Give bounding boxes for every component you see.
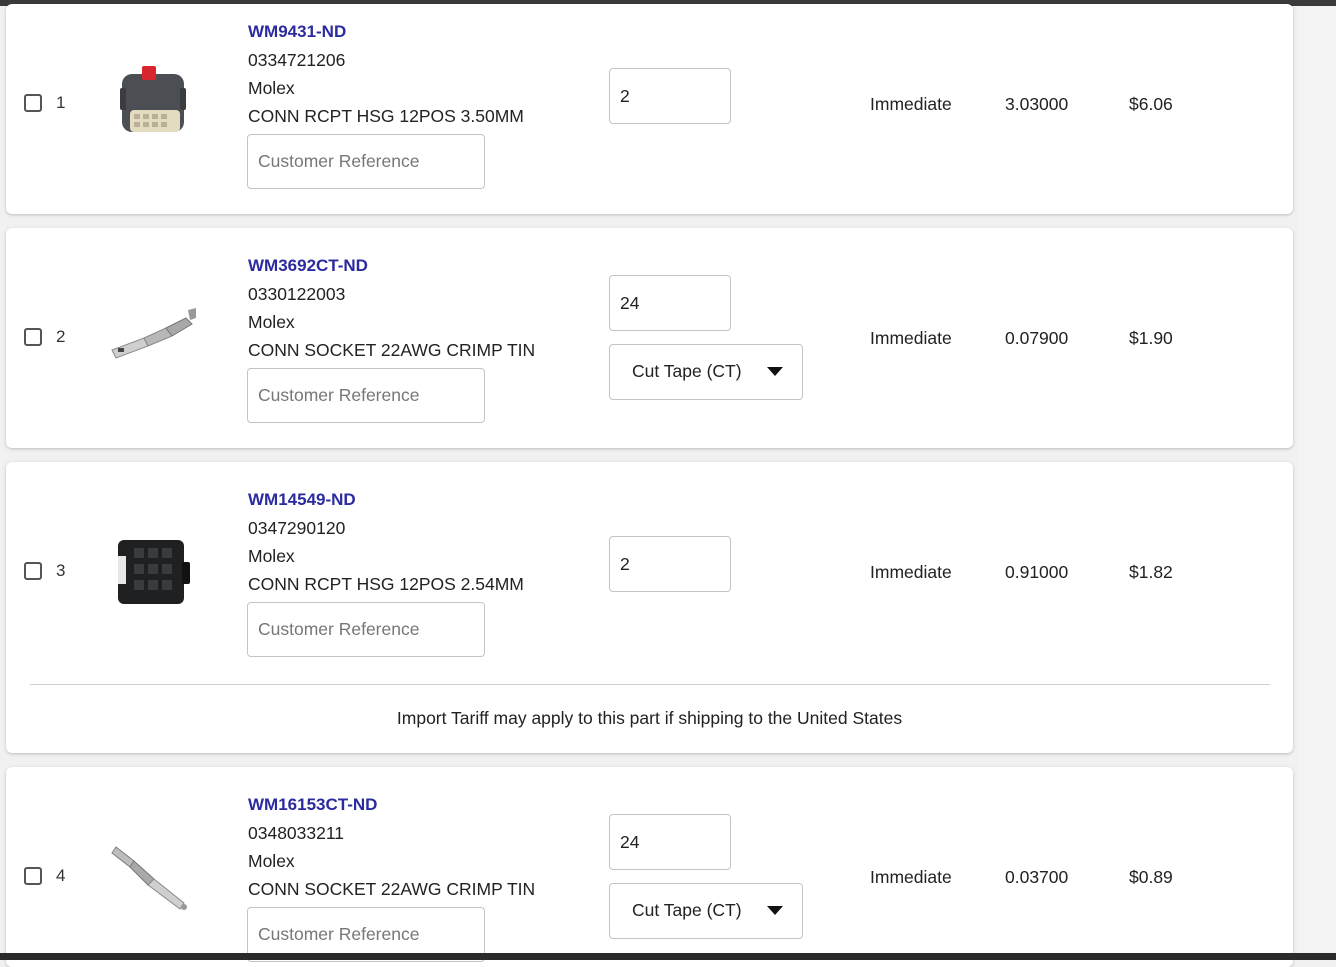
customer-reference-input[interactable]	[247, 602, 485, 657]
divider	[30, 684, 1270, 685]
availability: Immediate	[870, 562, 952, 582]
cart-item-row: 4 WM16153CT-ND 0348033211 Molex CONN SOC…	[6, 767, 1293, 967]
unit-price: 0.91000	[1005, 562, 1069, 582]
extended-price: $6.06	[1129, 94, 1173, 114]
select-item-checkbox[interactable]	[24, 328, 42, 346]
tariff-notice: Import Tariff may apply to this part if …	[396, 708, 903, 728]
cart-item-card: 4 WM16153CT-ND 0348033211 Molex CONN SOC…	[6, 767, 1293, 967]
manufacturer-part-number: 0334721206	[248, 50, 346, 70]
availability: Immediate	[870, 867, 952, 887]
connector-housing-black-icon	[118, 540, 190, 604]
item-index: 4	[56, 866, 66, 885]
chevron-down-icon	[767, 367, 783, 376]
item-index: 1	[56, 93, 66, 112]
scroll-gutter	[1298, 6, 1336, 953]
manufacturer: Molex	[248, 312, 295, 332]
availability: Immediate	[870, 94, 952, 114]
quantity-input[interactable]	[609, 536, 731, 592]
packaging-select[interactable]: Cut Tape (CT)	[609, 883, 803, 939]
packaging-selected-value: Cut Tape (CT)	[632, 361, 742, 381]
manufacturer-part-number: 0347290120	[248, 518, 346, 538]
cart-item-row: 1 WM9431-ND 0334721206 Molex CONN RCPT H…	[6, 4, 1293, 214]
quantity-input[interactable]	[609, 275, 731, 331]
manufacturer: Molex	[248, 851, 295, 871]
cart-item-row: 3 WM14549-ND 0347290120 Molex CONN RCPT …	[6, 462, 1293, 682]
connector-housing-gray-icon	[120, 66, 186, 132]
quantity-input[interactable]	[609, 68, 731, 124]
cart-item-card: 3 WM14549-ND 0347290120 Molex CONN RCPT …	[6, 462, 1293, 753]
description: CONN RCPT HSG 12POS 2.54MM	[248, 574, 524, 594]
customer-reference-input[interactable]	[247, 134, 485, 189]
part-number-link[interactable]: WM9431-ND	[248, 18, 524, 46]
cart-item-card: 2 WM3692CT-ND 0330122003 Molex CONN SOCK…	[6, 228, 1293, 448]
customer-reference-input[interactable]	[247, 368, 485, 423]
unit-price: 0.03700	[1005, 867, 1069, 887]
packaging-selected-value: Cut Tape (CT)	[632, 900, 742, 920]
cart-item-card: 1 WM9431-ND 0334721206 Molex CONN RCPT H…	[6, 4, 1293, 214]
description: CONN SOCKET 22AWG CRIMP TIN	[248, 340, 536, 360]
description: CONN RCPT HSG 12POS 3.50MM	[248, 106, 524, 126]
part-number-link[interactable]: WM3692CT-ND	[248, 252, 535, 280]
item-info: WM16153CT-ND 0348033211 Molex CONN SOCKE…	[247, 791, 536, 962]
unit-price: 3.03000	[1005, 94, 1069, 114]
description: CONN SOCKET 22AWG CRIMP TIN	[248, 879, 536, 899]
extended-price: $1.82	[1129, 562, 1173, 582]
extended-price: $0.89	[1129, 867, 1173, 887]
chevron-down-icon	[767, 906, 783, 915]
unit-price: 0.07900	[1005, 328, 1069, 348]
part-number-link[interactable]: WM14549-ND	[248, 486, 524, 514]
item-info: WM14549-ND 0347290120 Molex CONN RCPT HS…	[247, 486, 524, 657]
manufacturer-part-number: 0330122003	[248, 284, 346, 304]
item-index: 3	[56, 561, 66, 580]
item-index: 2	[56, 327, 66, 346]
packaging-select[interactable]: Cut Tape (CT)	[609, 344, 803, 400]
select-item-checkbox[interactable]	[24, 867, 42, 885]
crimp-pin-icon	[111, 846, 187, 910]
cart-item-row: 2 WM3692CT-ND 0330122003 Molex CONN SOCK…	[6, 228, 1293, 448]
quantity-input[interactable]	[609, 814, 731, 870]
item-info: WM9431-ND 0334721206 Molex CONN RCPT HSG…	[247, 18, 524, 189]
availability: Immediate	[870, 328, 952, 348]
manufacturer: Molex	[248, 546, 295, 566]
manufacturer-part-number: 0348033211	[248, 823, 345, 843]
select-item-checkbox[interactable]	[24, 94, 42, 112]
part-number-link[interactable]: WM16153CT-ND	[248, 791, 535, 819]
item-info: WM3692CT-ND 0330122003 Molex CONN SOCKET…	[247, 252, 536, 423]
bottom-bar	[0, 953, 1336, 960]
manufacturer: Molex	[248, 78, 295, 98]
extended-price: $1.90	[1129, 328, 1173, 348]
select-item-checkbox[interactable]	[24, 562, 42, 580]
crimp-socket-icon	[111, 308, 196, 359]
